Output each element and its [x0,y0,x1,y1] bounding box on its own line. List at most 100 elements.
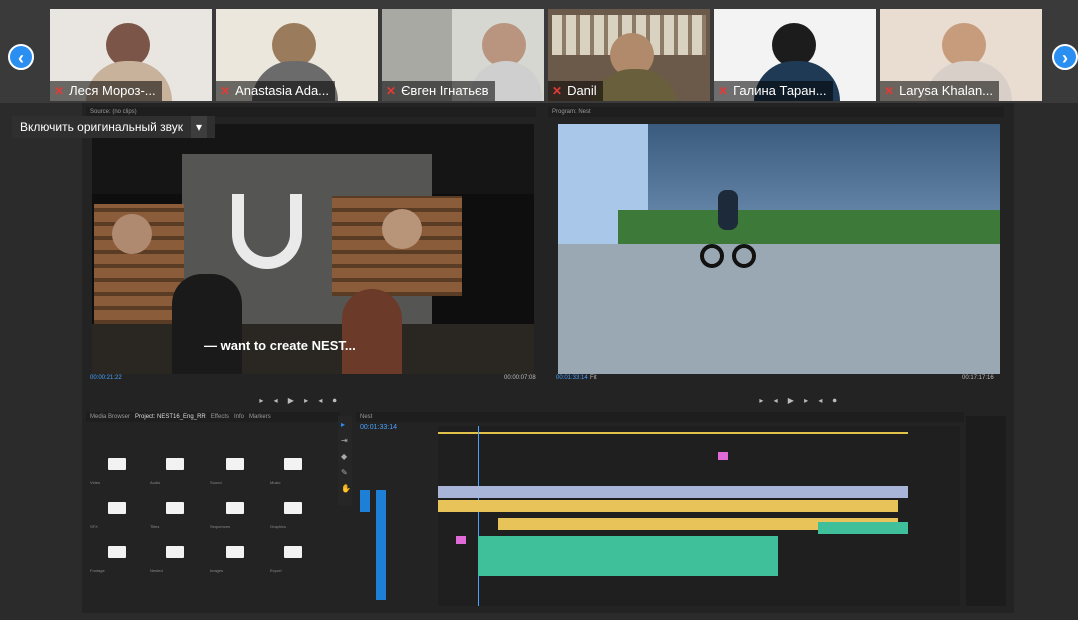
folder-icon[interactable] [108,546,126,558]
chevron-right-icon: › [1062,48,1068,68]
folder-label: SFX [90,524,98,529]
timeline-timecode[interactable]: 00:01:33:14 [360,424,397,431]
participant-tile[interactable]: ✕ Леся Мороз-... [50,9,212,101]
folder-label: Sequences [210,524,231,529]
original-sound-toggle[interactable]: Включить оригинальный звук ▾ [12,116,216,138]
video-clips-track[interactable] [438,486,908,498]
tab-effects[interactable]: Effects [211,414,229,420]
folder-label: Titles [150,524,160,529]
folder-icon[interactable] [108,458,126,470]
mic-muted-icon: ✕ [884,84,895,98]
chevron-down-icon[interactable]: ▾ [191,116,208,138]
graphics-clips-track[interactable] [438,500,898,512]
folder-label: Export [270,568,282,573]
u-logo [232,194,302,269]
program-fit-select[interactable]: Fit [590,375,597,381]
mic-muted-icon: ✕ [718,84,729,98]
tab-project[interactable]: Project: NEST16_Eng_RR [135,414,206,420]
source-timecode-out: 00:00:07:08 [504,375,536,381]
program-monitor-tab-label: Program: Nest [552,109,591,115]
track-target-toggle[interactable] [360,490,370,512]
folder-label: Audio [150,480,161,485]
audience-member [172,274,242,374]
audience-member [342,289,402,374]
tab-info[interactable]: Info [234,414,244,420]
participant-tile[interactable]: ✕ Євген Ігнатьєв [382,9,544,101]
motorcycle-rider [698,190,758,280]
tab-media-browser[interactable]: Media Browser [90,414,130,420]
folder-icon[interactable] [284,502,302,514]
folder-label: Sound [210,480,222,485]
pen-tool-icon[interactable]: ✎ [341,468,348,477]
mic-muted-icon: ✕ [386,84,397,98]
folder-icon[interactable] [284,458,302,470]
mic-muted-icon: ✕ [54,84,65,98]
program-timecode-in[interactable]: 00:01:33:14 [556,375,588,381]
speaker-left [112,214,152,254]
folder-icon[interactable] [166,502,184,514]
participant-name: Євген Ігнатьєв [401,83,489,98]
folder-icon[interactable] [284,546,302,558]
marker-clip[interactable] [718,452,728,460]
participant-nameplate: ✕ Галина Таран... [714,81,833,101]
program-transport-controls[interactable]: ▸ ◂ ▶ ▸ ◂ ⏺ [700,396,900,406]
participant-nameplate: ✕ Anastasia Ada... [216,81,336,101]
folder-label: Graphics [270,524,287,529]
rider [718,190,738,230]
folder-icon[interactable] [166,458,184,470]
track-select-icon[interactable]: ⇥ [341,436,348,445]
folder-label: Video [90,480,101,485]
track-headers [356,438,438,606]
prev-page-button[interactable]: ‹ [8,44,34,70]
video-caption: — want to create NEST... [204,338,356,353]
source-transport-controls[interactable]: ▸ ◂ ▶ ▸ ◂ ⏺ [200,396,400,406]
program-timecode-out: 00:17:17:16 [962,375,994,381]
mic-muted-icon: ✕ [552,84,563,98]
folder-icon[interactable] [226,458,244,470]
source-timecode-in[interactable]: 00:00:21:22 [90,375,122,381]
participant-nameplate: ✕ Danil [548,81,603,101]
participant-nameplate: ✕ Леся Мороз-... [50,81,162,101]
work-area-bar [438,432,908,434]
participant-body [592,69,678,101]
folder-label: Nested [150,568,163,573]
participant-tile[interactable]: ✕ Danil [548,9,710,101]
audio-clips-track[interactable] [478,536,778,576]
original-sound-label: Включить оригинальный звук [20,120,184,134]
marker-clip[interactable] [456,536,466,544]
playhead[interactable] [478,426,479,606]
participant-name: Larysa Khalan... [899,83,994,98]
timeline-tracks[interactable] [438,426,960,606]
track-source-patch[interactable] [376,490,386,600]
folder-icon[interactable] [226,502,244,514]
folder-icon[interactable] [166,546,184,558]
timeline-tab[interactable]: Nest [356,412,964,422]
timeline-tab-label: Nest [360,414,373,420]
tab-markers[interactable]: Markers [249,414,271,420]
next-page-button[interactable]: › [1052,44,1078,70]
project-panel-tabs: Media Browser Project: NEST16_Eng_RR Eff… [86,412,340,422]
participant-name: Danil [567,83,597,98]
participant-name: Галина Таран... [733,83,827,98]
program-monitor-tab[interactable]: Program: Nest [548,107,1004,117]
speaker-right [382,209,422,249]
folder-label: Footage [90,568,105,573]
folder-icon[interactable] [108,502,126,514]
folder-label: Music [270,480,281,485]
mic-muted-icon: ✕ [220,84,231,98]
participant-name: Anastasia Ada... [235,83,330,98]
audio-clips-track[interactable] [818,522,908,534]
rear-wheel [732,244,756,268]
folder-icon[interactable] [226,546,244,558]
razor-tool-icon[interactable]: ◆ [341,452,347,461]
program-monitor-view [558,124,1000,374]
chevron-left-icon: ‹ [18,48,24,68]
tools-panel: ▸ ⇥ ◆ ✎ ✋ [338,416,352,506]
source-monitor-tab-label: Source: (no clips) [90,109,137,115]
hand-tool-icon[interactable]: ✋ [341,484,351,493]
selection-tool-icon[interactable]: ▸ [341,420,345,429]
participant-tile[interactable]: ✕ Larysa Khalan... [880,9,1042,101]
participant-tile[interactable]: ✕ Anastasia Ada... [216,9,378,101]
road [558,244,1000,374]
participant-tile[interactable]: ✕ Галина Таран... [714,9,876,101]
